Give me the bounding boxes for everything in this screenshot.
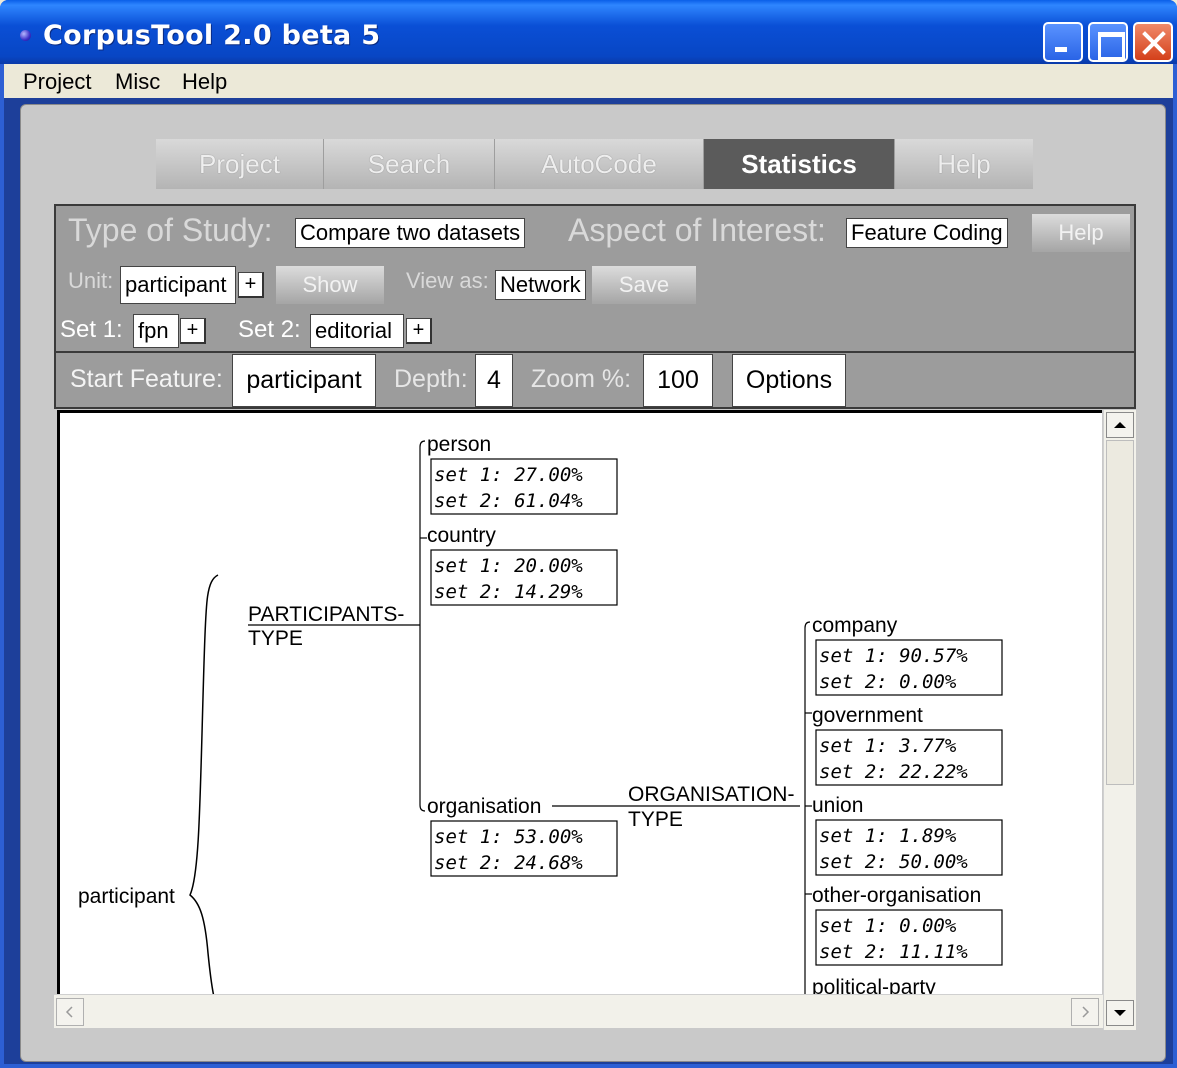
show-button[interactable]: Show [276,266,384,304]
feature-person: person [427,433,491,456]
set1-plus-button[interactable]: + [180,318,206,344]
organisation-set1: set 1: 53.00% [434,826,583,848]
set2-label: Set 2: [238,316,301,343]
government-set1: set 1: 3.77% [819,735,957,757]
start-feature-field[interactable]: participant [232,354,376,407]
system1-label-line2: TYPE [248,627,303,650]
save-button[interactable]: Save [592,266,696,304]
tab-autocode[interactable]: AutoCode [495,139,704,189]
set1-field[interactable]: fpn [133,314,179,348]
system1-bracket [419,440,426,812]
menu-misc[interactable]: Misc [115,69,160,95]
system1-label-line1: PARTICIPANTS- [248,603,404,626]
zoom-field[interactable]: 100 [643,354,713,407]
aspect-of-interest-field[interactable]: Feature Coding [846,218,1008,248]
feature-political-party: political-party [812,976,936,994]
study-settings: Type of Study: Compare two datasets Aspe… [54,204,1136,351]
horizontal-scrollbar[interactable] [54,994,1103,1028]
minimize-button[interactable] [1043,22,1083,62]
menu-help[interactable]: Help [182,69,227,95]
root-label: participant [78,885,175,908]
view-as-label: View as: [406,268,489,293]
company-set1: set 1: 90.57% [819,645,968,667]
view-as-field[interactable]: Network [495,270,586,300]
set2-field[interactable]: editorial [310,314,404,348]
unit-label: Unit: [68,268,114,293]
system2-label-line2: TYPE [628,808,683,831]
scroll-left-button[interactable] [56,998,84,1026]
unit-plus-button[interactable]: + [238,272,264,298]
scroll-right-button[interactable] [1071,998,1099,1026]
menu-bar: Project Misc Help [4,64,1173,98]
arrow-right-icon [1082,1006,1090,1018]
tab-help[interactable]: Help [895,139,1033,189]
options-button[interactable]: Options [732,354,846,407]
set2-plus-button[interactable]: + [406,318,432,344]
root-brace [189,574,219,994]
app-icon [20,30,31,41]
feature-government: government [812,704,923,727]
tab-bar: Project Search AutoCode Statistics Help [156,139,1033,189]
tab-search[interactable]: Search [324,139,495,189]
type-of-study-field[interactable]: Compare two datasets [295,218,526,248]
vertical-scroll-thumb[interactable] [1106,440,1134,785]
set1-label: Set 1: [60,316,123,343]
type-of-study-label: Type of Study: [68,212,273,248]
network-toolbar: Start Feature: participant Depth: 4 Zoom… [54,351,1136,409]
country-set1: set 1: 20.00% [434,555,583,577]
arrow-down-icon [1114,1010,1126,1016]
vertical-scrollbar[interactable] [1103,410,1136,1030]
close-button[interactable] [1133,22,1173,62]
depth-label: Depth: [394,365,468,393]
window-title: CorpusTool 2.0 beta 5 [43,20,381,51]
feature-company: company [812,614,898,637]
arrow-up-icon [1114,422,1126,428]
organisation-set2: set 2: 24.68% [434,852,583,874]
government-set2: set 2: 22.22% [819,761,968,783]
close-icon [1142,31,1166,55]
company-set2: set 2: 0.00% [819,671,957,693]
country-set2: set 2: 14.29% [434,581,583,603]
feature-other-organisation: other-organisation [812,884,981,907]
scroll-down-button[interactable] [1106,1000,1134,1026]
feature-tree: participant PARTICIPANTS- TYPE person se… [78,433,1003,994]
union-set1: set 1: 1.89% [819,825,957,847]
menu-project[interactable]: Project [23,69,91,95]
aspect-of-interest-label: Aspect of Interest: [568,212,826,248]
other-organisation-set2: set 2: 11.11% [819,941,968,963]
help-button[interactable]: Help [1032,214,1130,252]
depth-field[interactable]: 4 [475,354,513,407]
title-bar[interactable]: CorpusTool 2.0 beta 5 [0,0,1177,64]
person-set1: set 1: 27.00% [434,464,583,486]
tab-statistics[interactable]: Statistics [704,139,895,189]
system2-bracket [804,621,811,994]
arrow-left-icon [65,1006,73,1018]
other-organisation-set1: set 1: 0.00% [819,915,957,937]
system2-label-line1: ORGANISATION- [628,783,794,806]
tab-project[interactable]: Project [156,139,324,189]
person-set2: set 2: 61.04% [434,490,583,512]
network-canvas[interactable]: participant PARTICIPANTS- TYPE person se… [57,410,1102,994]
zoom-label: Zoom %: [531,365,632,393]
unit-field[interactable]: participant [120,266,236,304]
union-set2: set 2: 50.00% [819,851,968,873]
scroll-up-button[interactable] [1106,412,1134,438]
feature-organisation: organisation [427,795,541,818]
feature-country: country [427,524,496,547]
maximize-button[interactable] [1088,22,1128,62]
start-feature-label: Start Feature: [70,365,223,393]
feature-union: union [812,794,863,817]
